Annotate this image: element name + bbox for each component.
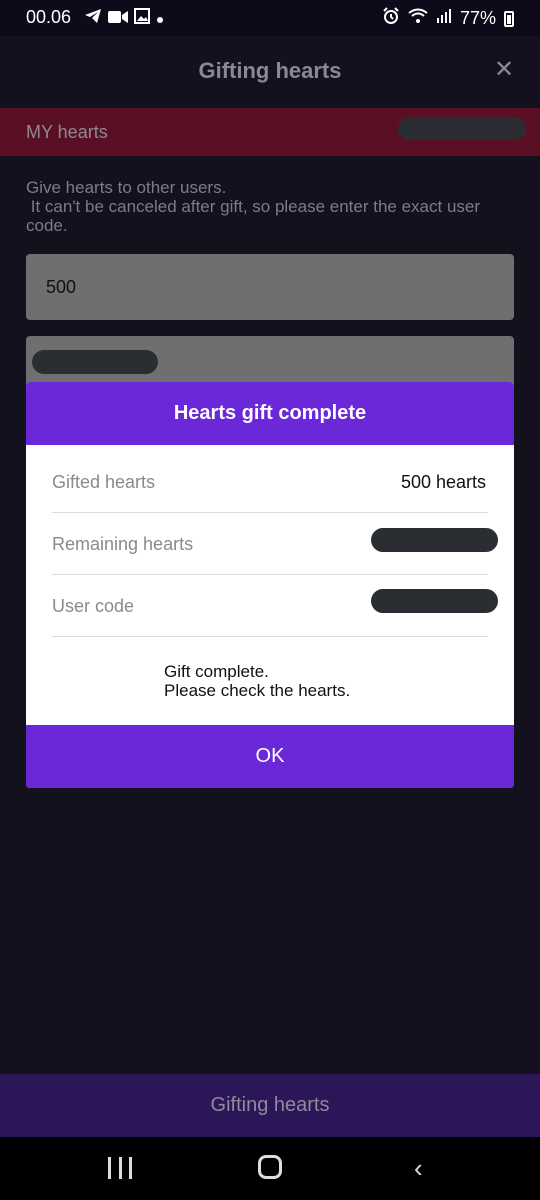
dot-icon	[156, 8, 164, 29]
recent-apps-icon[interactable]	[108, 1157, 132, 1179]
status-bar: 00.06 77%	[0, 0, 540, 36]
video-icon	[108, 8, 128, 29]
row-remaining-hearts: Remaining hearts	[52, 512, 498, 575]
page-title: Gifting hearts	[198, 58, 342, 83]
my-hearts-bar: MY hearts	[0, 108, 540, 156]
image-icon	[134, 8, 150, 29]
user-code-redacted	[371, 589, 498, 613]
gifting-hearts-button[interactable]: Gifting hearts	[0, 1074, 540, 1137]
battery-icon	[504, 10, 514, 27]
alarm-icon	[382, 7, 400, 30]
status-right: 77%	[382, 7, 514, 30]
battery-percent: 77%	[459, 8, 496, 28]
row-gifted-hearts: Gifted hearts 500 hearts	[52, 450, 488, 513]
system-nav-bar: ‹	[0, 1137, 540, 1200]
home-icon[interactable]	[258, 1155, 282, 1179]
hearts-amount-input[interactable]: 500	[26, 254, 514, 320]
status-time: 00.06	[26, 7, 72, 27]
instruction-text: Give hearts to other users. It can't be …	[26, 178, 481, 235]
signal-icon	[436, 8, 452, 29]
back-icon[interactable]: ‹	[414, 1155, 438, 1181]
row-label: User code	[52, 596, 135, 616]
gift-complete-modal: Hearts gift complete Gifted hearts 500 h…	[26, 382, 514, 788]
remaining-hearts-redacted	[371, 528, 498, 552]
header: Gifting hearts ✕	[0, 36, 540, 106]
row-label: Gifted hearts	[52, 472, 156, 492]
ok-button[interactable]: OK	[26, 725, 514, 788]
status-left-icons	[84, 8, 164, 29]
row-value: 500 hearts	[400, 472, 486, 492]
my-hearts-value-redacted	[398, 117, 526, 140]
close-icon[interactable]: ✕	[492, 58, 516, 82]
modal-title: Hearts gift complete	[173, 402, 367, 424]
modal-message: Gift complete. Please check the hearts.	[164, 662, 351, 700]
modal-header: Hearts gift complete	[26, 382, 514, 445]
telegram-icon	[84, 8, 102, 29]
my-hearts-label: MY hearts	[26, 122, 108, 142]
row-label: Remaining hearts	[52, 534, 194, 554]
user-code-input-redacted	[32, 350, 158, 374]
wifi-icon	[408, 8, 428, 29]
row-user-code: User code	[52, 574, 498, 637]
